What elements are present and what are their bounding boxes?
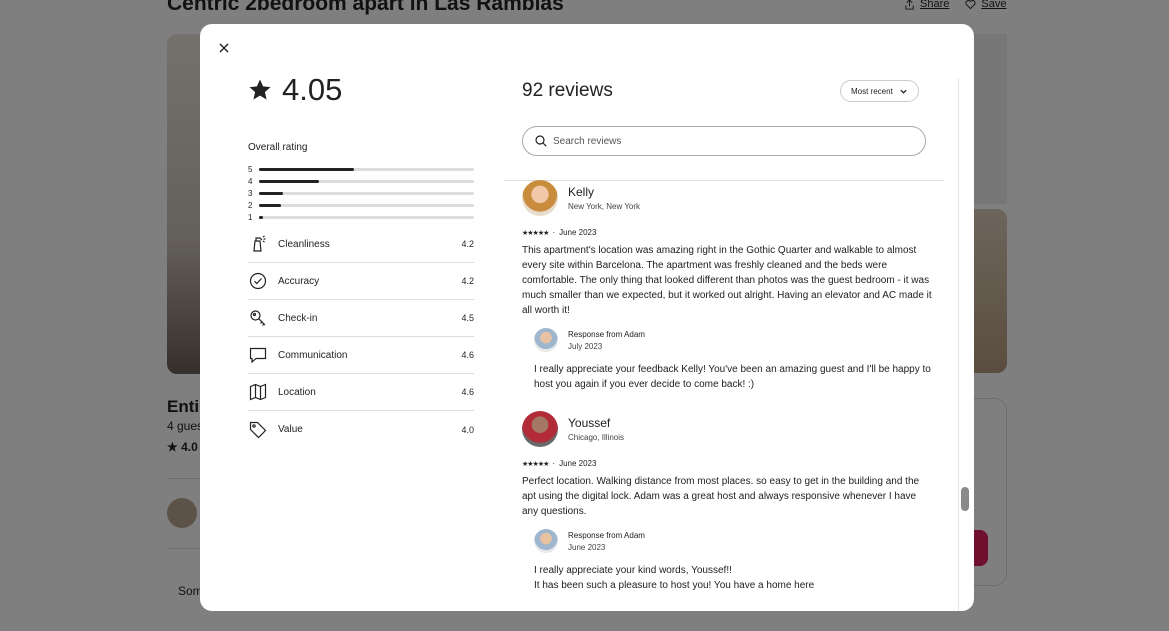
category-value: 4.0 bbox=[461, 424, 474, 435]
category-value: 4.2 bbox=[461, 239, 474, 249]
dot-separator: · bbox=[552, 459, 556, 468]
distribution-track bbox=[259, 179, 474, 183]
check-circle-icon bbox=[248, 271, 268, 291]
category-label: Check-in bbox=[278, 312, 318, 324]
category-value: 4.5 bbox=[461, 313, 474, 323]
avatar bbox=[534, 328, 558, 352]
host-response: Response from Adam July 2023 I really ap… bbox=[534, 328, 932, 392]
key-icon bbox=[248, 308, 268, 328]
distribution-stars: 5 bbox=[248, 164, 253, 174]
search-input[interactable] bbox=[553, 135, 893, 147]
review-item: Kelly New York, New York ★★★★★ · June 20… bbox=[522, 180, 932, 392]
review-meta: ★★★★★ · June 2023 bbox=[522, 459, 932, 468]
sort-label: Most recent bbox=[851, 86, 893, 96]
category-value: 4.6 bbox=[461, 350, 474, 360]
response-date: June 2023 bbox=[568, 542, 606, 552]
response-from: Response from Adam bbox=[568, 530, 645, 540]
category-location: Location 4.6 bbox=[248, 374, 474, 411]
rating-distribution: 5 4 3 2 1 bbox=[248, 163, 474, 223]
distribution-stars: 4 bbox=[248, 176, 253, 186]
star-icon bbox=[249, 79, 271, 100]
distribution-row: 3 bbox=[248, 187, 474, 199]
distribution-fill bbox=[259, 203, 281, 207]
distribution-fill bbox=[259, 191, 283, 195]
review-text: Perfect location. Walking distance from … bbox=[522, 476, 920, 517]
distribution-row: 5 bbox=[248, 163, 474, 175]
review-stars: ★★★★★ bbox=[522, 460, 549, 468]
spray-bottle-icon bbox=[248, 234, 268, 254]
review-stars: ★★★★★ bbox=[522, 229, 549, 237]
category-label: Communication bbox=[278, 349, 348, 361]
reviewer-location: Chicago, Illinois bbox=[568, 433, 625, 442]
category-ratings: Cleanliness 4.2 Accuracy 4.2 Check-in 4.… bbox=[248, 226, 474, 448]
tag-icon bbox=[248, 420, 268, 440]
distribution-track bbox=[259, 167, 474, 171]
review-list[interactable]: Kelly New York, New York ★★★★★ · June 20… bbox=[522, 180, 932, 611]
distribution-fill bbox=[259, 179, 320, 183]
overall-score-value: 4.05 bbox=[282, 72, 343, 107]
category-check-in: Check-in 4.5 bbox=[248, 300, 474, 337]
category-value: 4.2 bbox=[461, 276, 474, 286]
reviewer-location: New York, New York bbox=[568, 202, 641, 211]
reviews-modal: 4.05 Overall rating 5 4 3 2 1 Cleanlines… bbox=[200, 24, 974, 611]
response-header: Response from Adam June 2023 bbox=[534, 529, 932, 553]
distribution-track bbox=[259, 203, 474, 207]
distribution-fill bbox=[259, 167, 354, 171]
reviewer-name: Kelly bbox=[568, 185, 595, 199]
category-cleanliness: Cleanliness 4.2 bbox=[248, 226, 474, 263]
distribution-stars: 1 bbox=[248, 212, 253, 222]
close-icon bbox=[219, 43, 229, 53]
host-response: Response from Adam June 2023 I really ap… bbox=[534, 529, 932, 593]
review-text: This apartment's location was amazing ri… bbox=[522, 245, 932, 316]
reviews-count: 92 reviews bbox=[522, 80, 613, 101]
reviewer: Youssef Chicago, Illinois bbox=[522, 411, 932, 447]
sort-dropdown[interactable]: Most recent bbox=[840, 80, 919, 102]
reviewer: Kelly New York, New York bbox=[522, 180, 932, 216]
overall-score: 4.05 bbox=[248, 72, 342, 108]
response-from: Response from Adam bbox=[568, 329, 645, 339]
chevron-down-icon bbox=[900, 89, 907, 94]
close-button[interactable] bbox=[214, 38, 234, 58]
response-header: Response from Adam July 2023 bbox=[534, 328, 932, 352]
category-label: Cleanliness bbox=[278, 238, 330, 250]
distribution-row: 1 bbox=[248, 211, 474, 223]
chat-bubble-icon bbox=[248, 345, 268, 365]
distribution-track bbox=[259, 215, 474, 219]
avatar[interactable] bbox=[522, 411, 558, 447]
avatar[interactable] bbox=[522, 180, 558, 216]
category-label: Location bbox=[278, 386, 316, 398]
response-date: July 2023 bbox=[568, 341, 603, 351]
avatar bbox=[534, 529, 558, 553]
distribution-row: 4 bbox=[248, 175, 474, 187]
category-communication: Communication 4.6 bbox=[248, 337, 474, 374]
category-value: 4.6 bbox=[461, 387, 474, 397]
response-text: I really appreciate your feedback Kelly!… bbox=[534, 364, 931, 390]
review-meta: ★★★★★ · June 2023 bbox=[522, 228, 932, 237]
scrollbar-thumb[interactable] bbox=[961, 487, 969, 511]
category-value-rating: Value 4.0 bbox=[248, 411, 474, 448]
overall-rating-label: Overall rating bbox=[248, 142, 308, 153]
search-icon bbox=[535, 135, 547, 147]
review-date: June 2023 bbox=[559, 228, 597, 237]
category-label: Value bbox=[278, 424, 303, 435]
review-item: Youssef Chicago, Illinois ★★★★★ · June 2… bbox=[522, 411, 932, 593]
map-icon bbox=[248, 382, 268, 402]
dot-separator: · bbox=[552, 228, 556, 237]
search-reviews[interactable] bbox=[522, 126, 926, 156]
response-text: I really appreciate your kind words, You… bbox=[534, 565, 815, 591]
review-date: June 2023 bbox=[559, 459, 597, 468]
reviewer-name: Youssef bbox=[568, 416, 611, 430]
distribution-stars: 3 bbox=[248, 188, 253, 198]
scrollbar[interactable] bbox=[958, 78, 970, 611]
category-label: Accuracy bbox=[278, 275, 320, 287]
category-accuracy: Accuracy 4.2 bbox=[248, 263, 474, 300]
distribution-row: 2 bbox=[248, 199, 474, 211]
distribution-stars: 2 bbox=[248, 200, 253, 210]
distribution-track bbox=[259, 191, 474, 195]
distribution-fill bbox=[259, 215, 264, 219]
